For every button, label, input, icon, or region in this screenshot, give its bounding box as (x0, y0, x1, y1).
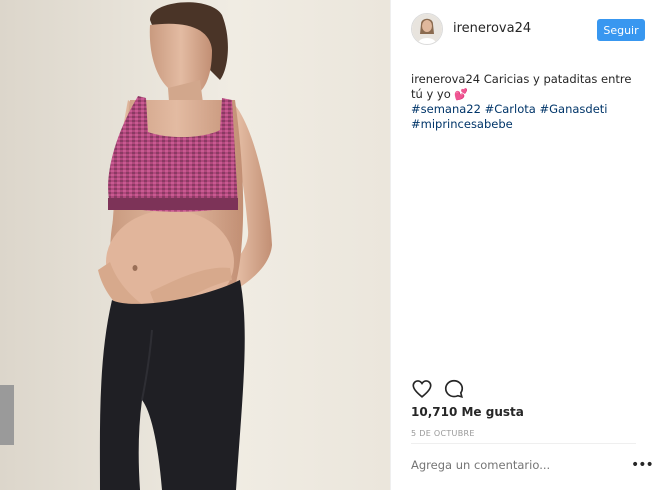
header-username[interactable]: irenerova24 (453, 21, 531, 36)
heart-icon[interactable] (411, 378, 433, 400)
follow-button[interactable]: Seguir (597, 19, 645, 41)
comment-input[interactable] (411, 458, 611, 472)
comment-icon[interactable] (443, 378, 465, 400)
more-options-icon[interactable]: ••• (631, 457, 654, 473)
post-panel: irenerova24 Seguir irenerova24 Caricias … (390, 0, 655, 490)
post-header: irenerova24 Seguir (391, 0, 655, 60)
hashtag-ganasdeti[interactable]: #Ganasdeti (539, 102, 607, 116)
hashtag-miprincesabebe[interactable]: #miprincesabebe (411, 117, 513, 131)
hashtag-semana22[interactable]: #semana22 (411, 102, 481, 116)
hashtag-carlota[interactable]: #Carlota (485, 102, 536, 116)
post-date: 5 DE OCTUBRE (411, 429, 475, 438)
photo-illustration (0, 0, 390, 490)
avatar[interactable] (411, 13, 443, 45)
caption-username[interactable]: irenerova24 (411, 72, 480, 86)
likes-count[interactable]: 10,710 Me gusta (411, 405, 524, 419)
divider (411, 443, 636, 444)
post-photo[interactable] (0, 0, 390, 490)
post-caption: irenerova24 Caricias y pataditas entre t… (411, 72, 636, 132)
caption-emoji: 💕 (454, 88, 469, 101)
